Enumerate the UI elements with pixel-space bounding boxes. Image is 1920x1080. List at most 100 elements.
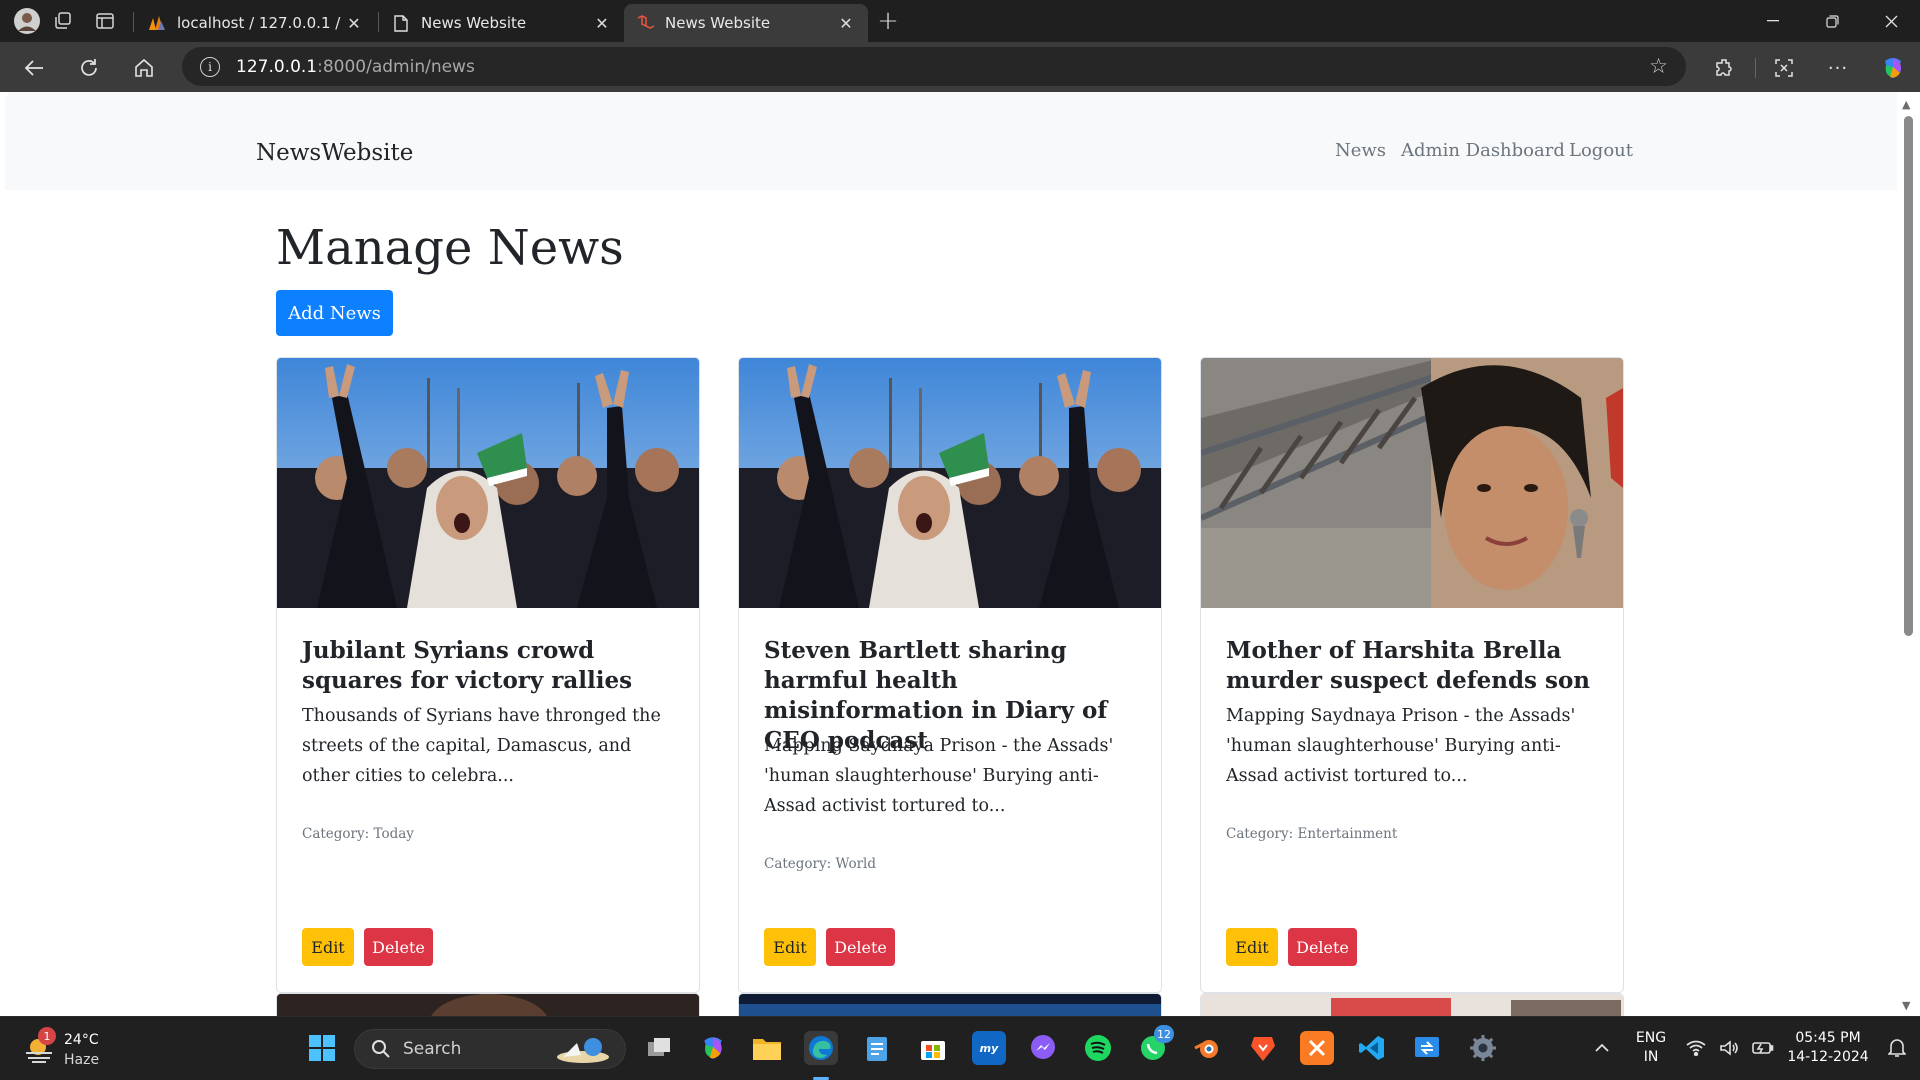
edit-button[interactable]: Edit bbox=[302, 928, 354, 966]
lang-line1: ENG bbox=[1635, 1030, 1667, 1046]
weather-widget[interactable]: 1 24°C Haze bbox=[20, 1027, 150, 1071]
news-category: Category: Today bbox=[302, 826, 414, 842]
scroll-down-icon[interactable]: ▼ bbox=[1902, 999, 1910, 1012]
address-bar[interactable]: i 127.0.0.1:8000/admin/news ☆ bbox=[182, 47, 1686, 86]
edge-browser-icon[interactable] bbox=[804, 1031, 838, 1065]
whatsapp-icon[interactable]: 12 bbox=[1136, 1025, 1174, 1065]
news-excerpt: Mapping Saydnaya Prison - the Assads' 'h… bbox=[1226, 706, 1576, 786]
nav-link-news[interactable]: News bbox=[1335, 140, 1386, 161]
copilot-icon[interactable] bbox=[1877, 52, 1909, 84]
windows-taskbar: 1 24°C Haze Search my 12 ENG IN 05:45 PM… bbox=[0, 1016, 1920, 1080]
page-icon bbox=[392, 14, 410, 32]
address-host: 127.0.0.1 bbox=[236, 56, 318, 77]
close-window-icon[interactable] bbox=[1862, 0, 1920, 42]
minimize-icon[interactable] bbox=[1744, 0, 1802, 42]
extensions-icon[interactable] bbox=[1708, 52, 1740, 84]
microsoft-store-icon[interactable] bbox=[916, 1031, 950, 1065]
profile-avatar-icon[interactable] bbox=[12, 6, 42, 36]
more-options-icon[interactable]: ··· bbox=[1822, 52, 1854, 84]
news-card-partial bbox=[276, 993, 700, 1016]
notification-bell-icon[interactable] bbox=[1880, 1031, 1914, 1065]
tab-news-website-active[interactable]: News Website ✕ bbox=[624, 4, 868, 42]
page-title: Manage News bbox=[276, 220, 624, 276]
file-explorer-icon[interactable] bbox=[750, 1031, 784, 1065]
refresh-icon[interactable] bbox=[73, 52, 105, 84]
tab-title: localhost / 127.0.0.1 / news_websi bbox=[177, 14, 344, 32]
weather-temp: 24°C bbox=[64, 1032, 99, 1048]
copilot-app-icon[interactable] bbox=[696, 1031, 730, 1065]
show-hidden-icons-chevron-icon[interactable] bbox=[1585, 1031, 1619, 1065]
restore-icon[interactable] bbox=[1803, 0, 1861, 42]
news-excerpt: Thousands of Syrians have thronged the s… bbox=[302, 706, 661, 786]
site-info-icon[interactable]: i bbox=[200, 56, 220, 77]
clock-time: 05:45 PM bbox=[1795, 1030, 1861, 1046]
close-tab-icon[interactable]: ✕ bbox=[592, 14, 612, 33]
scrollbar-thumb[interactable] bbox=[1904, 116, 1913, 636]
vertical-tabs-icon[interactable] bbox=[90, 6, 120, 36]
spotify-icon[interactable] bbox=[1081, 1031, 1115, 1065]
news-image bbox=[277, 358, 699, 608]
tab-phpmyadmin[interactable]: localhost / 127.0.0.1 / news_websi ✕ bbox=[136, 4, 376, 42]
battery-icon bbox=[1751, 1042, 1773, 1054]
close-tab-icon[interactable]: ✕ bbox=[836, 14, 856, 33]
news-card-partial bbox=[738, 993, 1162, 1016]
page-scrollbar[interactable]: ▲ ▼ bbox=[1897, 92, 1920, 1016]
whatsapp-badge: 12 bbox=[1154, 1025, 1174, 1043]
site-brand[interactable]: NewsWebsite bbox=[256, 140, 413, 166]
news-image bbox=[739, 358, 1161, 608]
news-category: Category: Entertainment bbox=[1226, 826, 1398, 842]
delete-button[interactable]: Delete bbox=[1288, 928, 1357, 966]
news-category: Category: World bbox=[764, 856, 876, 872]
brave-icon[interactable] bbox=[1246, 1031, 1280, 1065]
browser-tab-bar: localhost / 127.0.0.1 / news_websi ✕ New… bbox=[0, 0, 1920, 42]
home-icon[interactable] bbox=[128, 52, 160, 84]
nav-link-admin-dashboard[interactable]: Admin Dashboard bbox=[1401, 140, 1565, 161]
messenger-icon[interactable] bbox=[1026, 1031, 1060, 1065]
wifi-icon bbox=[1686, 1040, 1706, 1056]
news-card: Jubilant Syrians crowd squares for victo… bbox=[276, 357, 700, 993]
delete-button[interactable]: Delete bbox=[364, 928, 433, 966]
start-menu-icon[interactable] bbox=[305, 1031, 339, 1065]
settings-gear-icon[interactable] bbox=[1466, 1031, 1500, 1065]
page-viewport: NewsWebsite News Admin Dashboard Logout … bbox=[5, 92, 1897, 1016]
edit-button[interactable]: Edit bbox=[764, 928, 816, 966]
input-language[interactable]: ENG IN bbox=[1628, 1029, 1674, 1067]
taskbar-search[interactable]: Search bbox=[354, 1029, 626, 1069]
blender-icon[interactable] bbox=[1190, 1031, 1224, 1065]
workspaces-icon[interactable] bbox=[48, 6, 78, 36]
news-excerpt: Mapping Saydnaya Prison - the Assads' 'h… bbox=[764, 736, 1114, 816]
new-tab-icon[interactable]: + bbox=[873, 6, 903, 36]
volume-icon bbox=[1720, 1040, 1738, 1056]
favorite-star-icon[interactable]: ☆ bbox=[1649, 54, 1668, 78]
search-highlight-icon bbox=[557, 1038, 609, 1063]
notepad-icon[interactable] bbox=[860, 1031, 894, 1065]
news-title: Mother of Harshita Brella murder suspect… bbox=[1226, 637, 1591, 694]
search-label: Search bbox=[403, 1039, 462, 1059]
nav-link-logout[interactable]: Logout bbox=[1569, 140, 1633, 161]
news-card-partial bbox=[1200, 993, 1624, 1016]
task-view-icon[interactable] bbox=[642, 1031, 676, 1065]
tab-title: News Website bbox=[665, 14, 771, 32]
address-path: :8000/admin/news bbox=[317, 56, 475, 77]
screenshot-icon[interactable] bbox=[1768, 52, 1800, 84]
add-news-button[interactable]: Add News bbox=[276, 290, 393, 336]
news-title: Jubilant Syrians crowd squares for victo… bbox=[302, 637, 633, 694]
edit-button[interactable]: Edit bbox=[1226, 928, 1278, 966]
close-tab-icon[interactable]: ✕ bbox=[344, 14, 364, 33]
remote-app-icon[interactable] bbox=[1410, 1031, 1444, 1065]
news-card: Steven Bartlett sharing harmful health m… bbox=[738, 357, 1162, 993]
system-clock[interactable]: 05:45 PM 14-12-2024 bbox=[1780, 1029, 1876, 1067]
laravel-icon bbox=[636, 14, 654, 32]
back-icon[interactable] bbox=[18, 52, 50, 84]
lang-line2: IN bbox=[1643, 1049, 1659, 1065]
clock-date: 14-12-2024 bbox=[1787, 1049, 1869, 1065]
myhp-icon[interactable]: my bbox=[972, 1031, 1006, 1065]
xampp-icon[interactable] bbox=[1300, 1031, 1334, 1065]
system-tray-quick-settings[interactable] bbox=[1680, 1031, 1780, 1065]
scroll-up-icon[interactable]: ▲ bbox=[1902, 98, 1910, 111]
delete-button[interactable]: Delete bbox=[826, 928, 895, 966]
vscode-icon[interactable] bbox=[1355, 1031, 1389, 1065]
search-icon bbox=[372, 1040, 390, 1058]
weather-badge: 1 bbox=[38, 1027, 56, 1045]
tab-news-website[interactable]: News Website ✕ bbox=[380, 4, 624, 42]
